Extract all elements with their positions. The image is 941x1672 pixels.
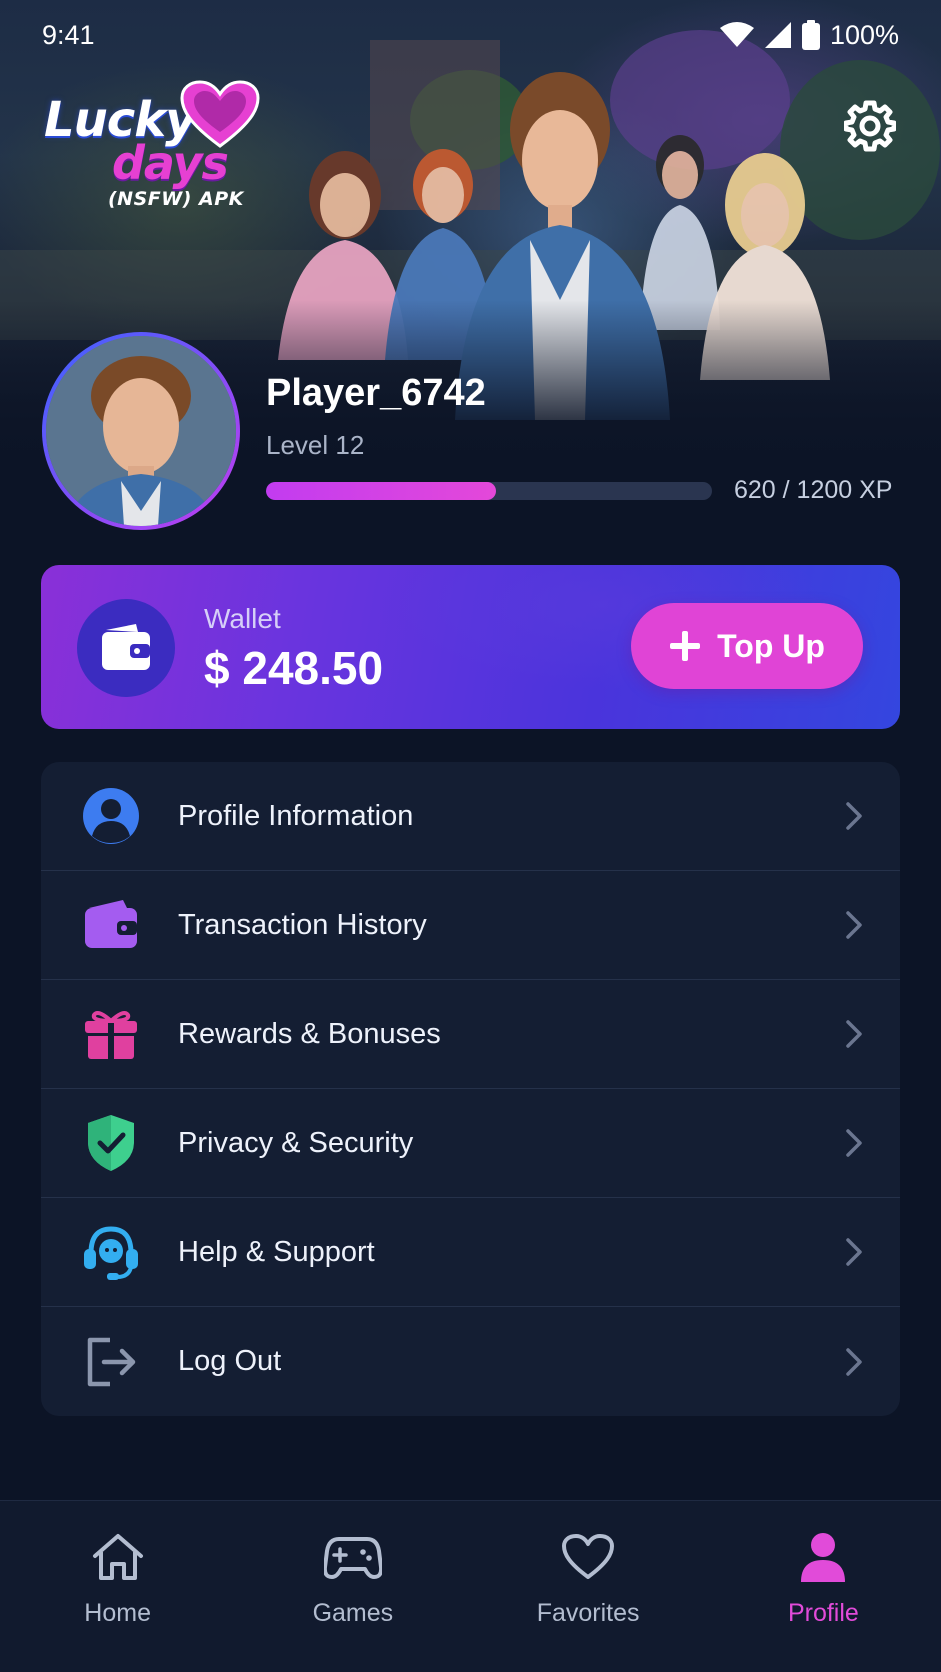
headset-icon bbox=[84, 1226, 138, 1280]
heart-icon bbox=[562, 1534, 615, 1579]
chevron-right-icon bbox=[846, 911, 862, 939]
nav-label: Games bbox=[312, 1599, 394, 1627]
xp-text: 620 / 1200 XP bbox=[734, 476, 893, 504]
settings-button[interactable] bbox=[838, 94, 902, 158]
home-icon bbox=[92, 1534, 143, 1580]
chevron-right-icon bbox=[846, 1129, 862, 1157]
wallet-card: Wallet $ 248.50 Top Up bbox=[41, 565, 900, 729]
settings-menu: Profile Information Transaction History bbox=[41, 762, 900, 1416]
menu-item-label: Rewards & Bonuses bbox=[178, 1017, 441, 1050]
xp-progress-fill bbox=[266, 482, 497, 500]
battery-percent: 100% bbox=[829, 19, 899, 50]
person-icon bbox=[801, 1533, 846, 1582]
menu-item-label: Log Out bbox=[178, 1345, 282, 1377]
nav-item-games[interactable]: Games bbox=[235, 1501, 470, 1672]
menu-item-help-support[interactable]: Help & Support bbox=[41, 1198, 900, 1307]
gift-icon bbox=[85, 1011, 137, 1059]
battery-icon bbox=[801, 20, 820, 50]
menu-item-label: Privacy & Security bbox=[178, 1126, 414, 1159]
wallet-icon-badge bbox=[77, 599, 175, 697]
menu-item-profile-information[interactable]: Profile Information bbox=[41, 762, 900, 871]
chevron-right-icon bbox=[846, 1347, 862, 1376]
app-logo: Lucky days (NSFW) APK bbox=[42, 80, 262, 210]
xp-progress-bar bbox=[266, 482, 712, 500]
nav-item-favorites[interactable]: Favorites bbox=[471, 1501, 706, 1672]
top-up-button[interactable]: Top Up bbox=[631, 603, 863, 689]
menu-item-log-out[interactable]: Log Out bbox=[41, 1307, 900, 1416]
nav-item-home[interactable]: Home bbox=[0, 1501, 235, 1672]
bottom-navigation: Home Games Favorites Profile bbox=[0, 1500, 941, 1672]
top-up-label: Top Up bbox=[717, 627, 825, 664]
avatar-image bbox=[46, 336, 236, 526]
menu-item-privacy-security[interactable]: Privacy & Security bbox=[41, 1089, 900, 1198]
menu-item-label: Help & Support bbox=[178, 1235, 375, 1268]
signal-icon bbox=[764, 22, 791, 48]
chevron-right-icon bbox=[846, 1238, 862, 1266]
wallet-label: Wallet bbox=[204, 603, 281, 634]
gear-icon bbox=[844, 100, 896, 152]
status-bar: 9:41 100% bbox=[0, 0, 941, 70]
avatar[interactable] bbox=[42, 332, 240, 530]
gamepad-icon bbox=[323, 1537, 382, 1579]
nav-label: Profile bbox=[787, 1599, 859, 1627]
menu-item-label: Profile Information bbox=[178, 799, 414, 832]
nav-label: Home bbox=[84, 1599, 151, 1627]
plus-icon bbox=[670, 631, 701, 661]
status-time: 9:41 bbox=[42, 19, 95, 50]
wifi-icon bbox=[719, 22, 754, 47]
avatar-portrait bbox=[46, 336, 236, 526]
menu-item-transaction-history[interactable]: Transaction History bbox=[41, 871, 900, 980]
menu-item-label: Transaction History bbox=[178, 908, 427, 941]
user-circle-icon bbox=[83, 788, 139, 844]
wallet-balance: $ 248.50 bbox=[204, 642, 384, 694]
chevron-right-icon bbox=[846, 1020, 862, 1048]
nav-item-profile[interactable]: Profile bbox=[706, 1501, 941, 1672]
shield-check-icon bbox=[88, 1115, 134, 1171]
username: Player_6742 bbox=[266, 372, 486, 414]
menu-item-rewards-bonuses[interactable]: Rewards & Bonuses bbox=[41, 980, 900, 1089]
wallet-icon bbox=[85, 900, 137, 948]
chevron-right-icon bbox=[846, 802, 862, 830]
player-level: Level 12 bbox=[266, 430, 365, 460]
logout-icon bbox=[87, 1337, 136, 1386]
nav-label: Favorites bbox=[536, 1599, 640, 1627]
wallet-icon bbox=[102, 624, 150, 670]
